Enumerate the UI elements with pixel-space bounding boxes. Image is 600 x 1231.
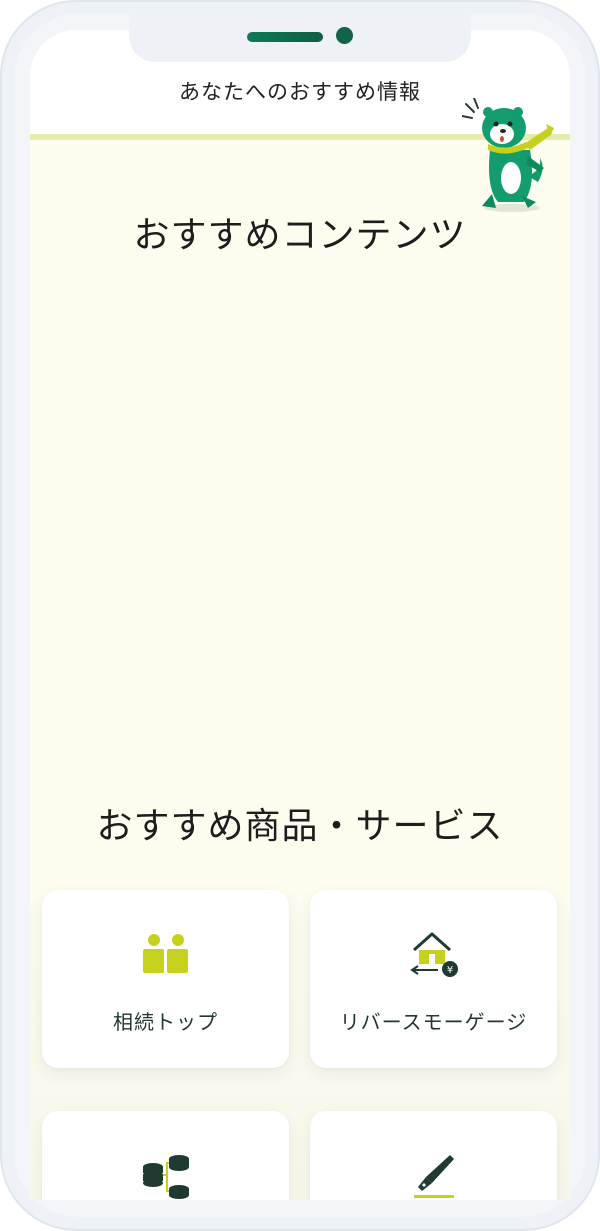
- pen-nib-icon: [413, 1155, 454, 1198]
- product-card-3[interactable]: [42, 1111, 289, 1200]
- product-card-label: 相続トップ: [113, 1010, 218, 1034]
- product-card-4[interactable]: [310, 1111, 557, 1200]
- house-yen-icon: ¥: [409, 932, 458, 977]
- svg-text:¥: ¥: [446, 965, 452, 976]
- recommended-products-title: おすすめ商品・サービス: [96, 806, 504, 847]
- speaker-icon: [247, 32, 323, 42]
- phone-notch: [129, 14, 471, 62]
- product-card-inheritance[interactable]: 相続トップ: [42, 890, 289, 1068]
- two-people-icon: [142, 934, 188, 973]
- product-card-reverse-mortgage[interactable]: ¥ リバースモーゲージ: [310, 890, 557, 1068]
- coin-stacks-icon: [142, 1155, 189, 1199]
- product-card-label: リバースモーゲージ: [339, 1010, 528, 1034]
- camera-icon: [336, 27, 353, 44]
- green-mascot-icon: [462, 98, 554, 212]
- screen: あなたへのおすすめ情報 おすすめコンテンツ おすすめ商品・サービス 相続トップ …: [30, 30, 570, 1200]
